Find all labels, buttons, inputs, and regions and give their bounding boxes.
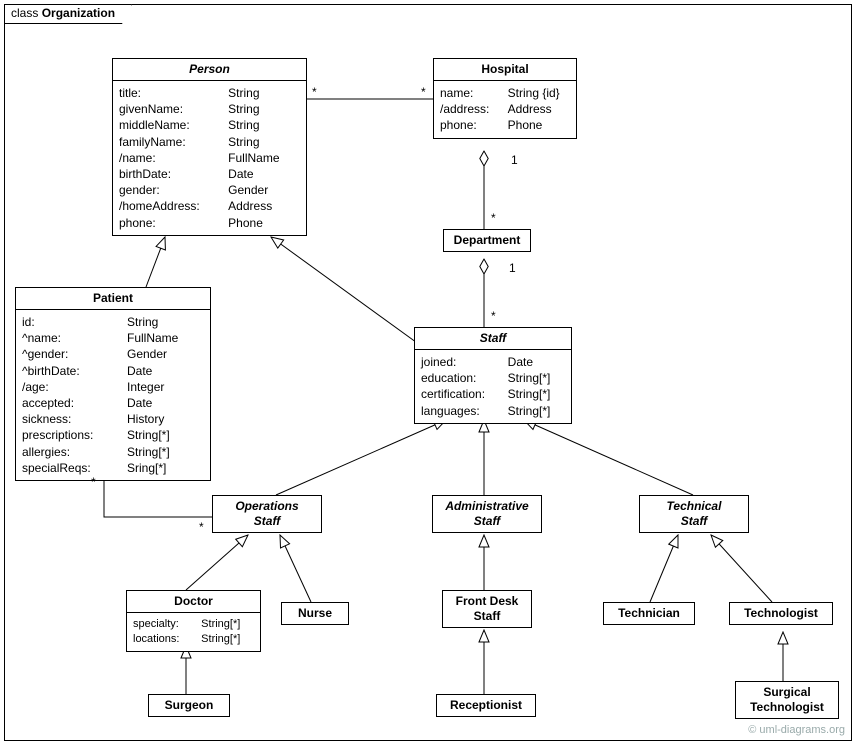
class-tech-staff: Technical Staff bbox=[639, 495, 749, 533]
class-title: Administrative Staff bbox=[433, 496, 541, 532]
class-operations-staff: Operations Staff bbox=[212, 495, 322, 533]
class-hospital: Hospital name:String {id} /address:Addre… bbox=[433, 58, 577, 139]
mult-department-staff-bottom: * bbox=[491, 309, 496, 323]
class-title: Surgical Technologist bbox=[736, 682, 838, 718]
package-frame: class Organization bbox=[4, 4, 852, 741]
mult-person-hospital-right: * bbox=[421, 85, 426, 99]
mult-person-hospital-left: * bbox=[312, 85, 317, 99]
class-title: Doctor bbox=[127, 591, 260, 613]
frame-label: class Organization bbox=[4, 4, 132, 24]
mult-hospital-department-bottom: * bbox=[491, 211, 496, 225]
class-technician: Technician bbox=[603, 602, 695, 625]
class-title: Person bbox=[113, 59, 306, 81]
class-technologist: Technologist bbox=[729, 602, 833, 625]
class-receptionist: Receptionist bbox=[436, 694, 536, 717]
class-title: Front Desk Staff bbox=[443, 591, 531, 627]
class-title: Technician bbox=[604, 603, 694, 624]
class-title: Technologist bbox=[730, 603, 832, 624]
mult-patient-ops-bottom: * bbox=[199, 520, 204, 534]
class-front-desk: Front Desk Staff bbox=[442, 590, 532, 628]
class-title: Receptionist bbox=[437, 695, 535, 716]
class-attrs: joined:Date education:String[*] certific… bbox=[415, 350, 571, 423]
class-title: Patient bbox=[16, 288, 210, 310]
class-title: Staff bbox=[415, 328, 571, 350]
frame-label-prefix: class bbox=[11, 6, 38, 20]
class-attrs: title:String givenName:String middleName… bbox=[113, 81, 306, 235]
class-nurse: Nurse bbox=[281, 602, 349, 625]
class-title: Department bbox=[444, 230, 530, 251]
mult-patient-ops-top: * bbox=[91, 475, 96, 489]
class-attrs: id:String ^name:FullName ^gender:Gender … bbox=[16, 310, 210, 480]
class-attrs: name:String {id} /address:Address phone:… bbox=[434, 81, 576, 138]
class-title: Surgeon bbox=[149, 695, 229, 716]
class-title: Nurse bbox=[282, 603, 348, 624]
class-staff: Staff joined:Date education:String[*] ce… bbox=[414, 327, 572, 424]
class-attrs: specialty:String[*] locations:String[*] bbox=[127, 613, 260, 651]
class-title: Operations Staff bbox=[213, 496, 321, 532]
mult-department-staff-top: 1 bbox=[509, 261, 516, 275]
frame-label-name: Organization bbox=[42, 6, 115, 20]
class-admin-staff: Administrative Staff bbox=[432, 495, 542, 533]
class-person: Person title:String givenName:String mid… bbox=[112, 58, 307, 236]
class-title: Hospital bbox=[434, 59, 576, 81]
class-title: Technical Staff bbox=[640, 496, 748, 532]
class-patient: Patient id:String ^name:FullName ^gender… bbox=[15, 287, 211, 481]
watermark: © uml-diagrams.org bbox=[748, 724, 845, 736]
class-surgeon: Surgeon bbox=[148, 694, 230, 717]
class-department: Department bbox=[443, 229, 531, 252]
mult-hospital-department-top: 1 bbox=[511, 153, 518, 167]
class-surgical-tech: Surgical Technologist bbox=[735, 681, 839, 719]
class-doctor: Doctor specialty:String[*] locations:Str… bbox=[126, 590, 261, 652]
